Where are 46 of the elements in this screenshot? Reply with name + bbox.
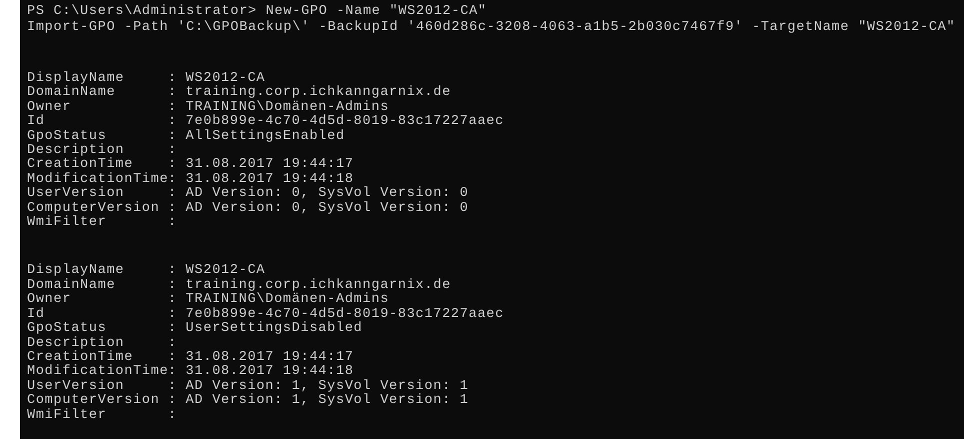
property-value: : training.corp.ichkanngarnix.de [168,86,451,100]
property-value: : [168,408,177,423]
property-value: : 31.08.2017 19:44:18 [168,172,354,187]
property-value: : WS2012-CA [168,264,266,278]
property-value: : 7e0b899e-4c70-4d5d-8019-83c17227aaec [168,115,504,130]
property-value: : [168,336,177,351]
property-name: ModificationTime [27,172,168,187]
property-name: Description [27,336,124,350]
property-name: CreationTime [27,350,134,365]
property-name: UserVersion [27,187,124,202]
property-name: Owner [27,293,72,308]
property-name: Description [27,144,124,158]
property-value: : UserSettingsDisabled [168,322,363,336]
command-line: PS C:\Users\Administrator> New-GPO -Name "WS2012-CA" [27,4,487,20]
property-value: : AD Version: 0, SysVol Version: 0 [168,202,469,216]
property-name: ModificationTime [27,365,168,380]
command-line: Import-GPO -Path 'C:\GPOBackup\' -BackupId '460d286c-3208-4063-a1b5-2b030c7467f9' -TargetName "WS2012-CA" [27,20,956,36]
property-name: DomainName [27,86,116,101]
property-value: : 31.08.2017 19:44:17 [168,350,354,365]
property-name: DisplayName [27,72,126,86]
property-value: : TRAINING\Domänen-Admins [168,293,390,308]
property-value: : [168,216,177,230]
property-value: : 31.08.2017 19:44:18 [168,365,354,380]
property-value: : 31.08.2017 19:44:17 [168,158,354,173]
property-name: Id [27,115,46,130]
property-name: Owner [27,100,72,115]
property-value: : AD Version: 1, SysVol Version: 1 [168,394,469,409]
property-name: CreationTime [27,158,134,172]
property-name: ComputerVersion [27,202,161,216]
property-name: ComputerVersion [27,394,161,408]
property-name: WmiFilter [27,408,108,423]
property-value: : training.corp.ichkanngarnix.de [168,278,451,293]
property-name: Id [27,308,46,322]
property-value: : [168,144,177,158]
property-value: : 7e0b899e-4c70-4d5d-8019-83c17227aaec [168,308,504,322]
property-value: : TRAINING\Domänen-Admins [168,100,390,115]
property-name: DisplayName [27,264,126,278]
property-value: : AD Version: 0, SysVol Version: 0 [168,187,469,202]
property-name: GpoStatus [27,130,107,144]
property-value: : AllSettingsEnabled [168,130,345,144]
property-name: WmiFilter [27,216,108,230]
property-name: GpoStatus [27,322,107,336]
property-name: UserVersion [27,380,124,394]
property-value: : AD Version: 1, SysVol Version: 1 [168,380,469,394]
property-value: : WS2012-CA [168,72,266,86]
property-name: DomainName [27,278,116,293]
